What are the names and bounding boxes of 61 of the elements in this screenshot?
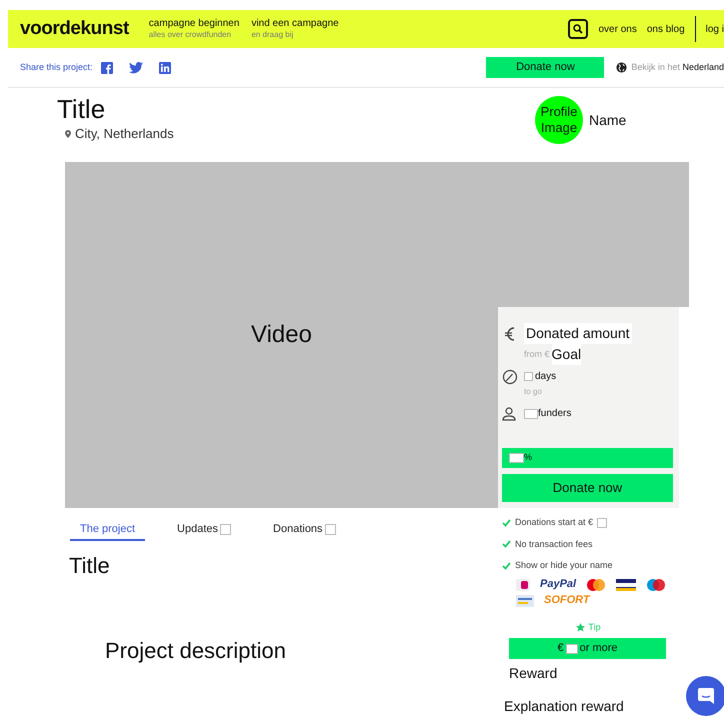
tab[interactable]: Donations [263, 519, 346, 541]
donated-amount: Donated amount [524, 323, 632, 344]
video-placeholder[interactable]: Video [65, 162, 498, 508]
card-logo-icon [616, 578, 636, 590]
reward-button[interactable]: € or more [509, 638, 666, 659]
donate-button[interactable]: Donate now [486, 57, 604, 78]
check-icon [502, 540, 511, 548]
empty-value [324, 524, 336, 534]
facebook-icon[interactable] [100, 62, 113, 74]
tab[interactable]: The project [70, 519, 146, 541]
star-icon [576, 622, 586, 632]
nav-link[interactable]: over ons [598, 22, 637, 36]
feature-text: Donations start at € [515, 516, 594, 529]
tab[interactable]: Updates [167, 519, 242, 541]
chat-button[interactable] [686, 676, 724, 716]
logo[interactable]: voordekunst [20, 14, 129, 44]
bank-transfer-icon [516, 594, 534, 606]
payment-logo: SOFORT [544, 595, 590, 606]
feature-text: No transaction fees [515, 538, 593, 550]
share-label: Share this project: [20, 60, 93, 74]
from-label: from € [524, 348, 550, 361]
empty-value [220, 524, 232, 534]
payment-logo: PayPal [540, 579, 576, 590]
empty-value [524, 372, 533, 381]
nav-link[interactable]: campagne beginnen alles over crowdfunden [148, 18, 240, 40]
card-logo-icon [646, 578, 666, 590]
ideal-icon [516, 578, 530, 590]
card-logo-icon [586, 578, 606, 590]
content-title: Title [68, 552, 111, 580]
project-location: City, Netherlands [75, 125, 174, 143]
search-button[interactable] [568, 19, 588, 39]
location-pin-icon [65, 130, 71, 138]
search-icon [573, 24, 584, 34]
feature-text: Show or hide your name [515, 559, 613, 572]
person-icon [502, 406, 516, 420]
goal-amount: Goal [552, 344, 582, 365]
funders-label: funders [538, 407, 572, 421]
nav-link[interactable]: ons blog [646, 22, 685, 36]
days-label: days [535, 370, 556, 384]
empty-value [566, 644, 578, 654]
donate-button[interactable]: Donate now [502, 474, 673, 502]
globe-icon [616, 62, 628, 73]
reward-title: Reward [508, 664, 558, 683]
nav-link[interactable]: vind een campagne en draag bij [251, 18, 339, 40]
project-title: Title [57, 94, 106, 124]
profile-name: Name [589, 110, 626, 130]
twitter-icon[interactable] [128, 62, 143, 74]
percent-label: % [524, 451, 532, 464]
project-description: Project description [104, 637, 287, 665]
tip-label: Tip [588, 620, 601, 634]
to-go-label: to go [524, 386, 543, 398]
check-icon [502, 518, 511, 527]
linkedin-icon[interactable] [158, 62, 171, 74]
check-icon [502, 562, 511, 570]
chat-icon [697, 687, 715, 705]
empty-value [524, 408, 538, 418]
empty-value [509, 453, 524, 463]
empty-value [597, 518, 608, 528]
profile-image: Profile Image [535, 96, 583, 144]
language-link[interactable]: Bekijk in het Nederland [631, 60, 724, 74]
login-link[interactable]: log i [706, 22, 724, 36]
